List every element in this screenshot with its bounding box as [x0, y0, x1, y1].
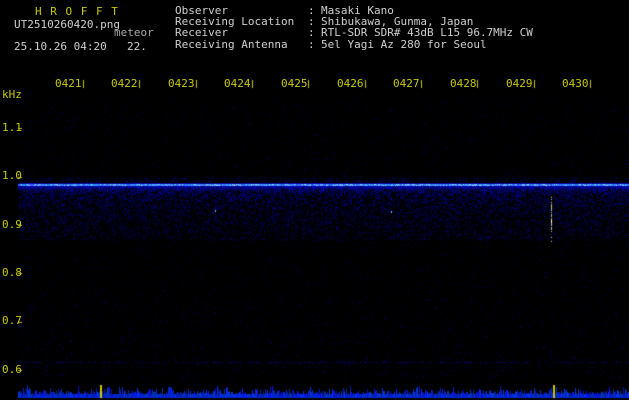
info-value: 5el Yagi Az 280 for Seoul	[321, 37, 487, 51]
info-value: RTL-SDR SDR# 43dB L15 96.7MHz CW	[321, 26, 533, 40]
time-axis-label: 0425	[281, 77, 308, 90]
info-row: Receiving Antenna : 5el Yagi Az 280 for …	[175, 37, 533, 51]
time-axis-label: 0426	[337, 77, 364, 90]
freq-axis-label: 0.6	[2, 363, 22, 376]
info-colon: :	[308, 26, 315, 40]
app-title: H R O F F T	[35, 5, 119, 18]
time-axis-label: 0423	[168, 77, 195, 90]
info-colon: :	[308, 37, 315, 51]
time-axis-label: 0421	[55, 77, 82, 90]
info-label: Receiving Antenna	[175, 37, 288, 51]
freq-axis-label: 0.8	[2, 266, 22, 279]
freq-axis-label: 0.7	[2, 314, 22, 327]
station-info: Observer : Masaki Kano Receiving Locatio…	[175, 5, 533, 50]
mode-label: meteor	[114, 26, 154, 39]
time-axis-label: 0428	[450, 77, 477, 90]
spectrogram-canvas	[0, 0, 629, 400]
time-axis-label: 0427	[393, 77, 420, 90]
freq-axis-label: 1.1	[2, 121, 22, 134]
time-axis-label: 0429	[506, 77, 533, 90]
time-axis-label: 0430	[562, 77, 589, 90]
frame-counter: 22.	[127, 40, 147, 53]
time-axis-label: 0424	[224, 77, 251, 90]
hrofft-screen: { "app": { "title": "H R O F F T", "file…	[0, 0, 629, 400]
timestamp: 25.10.26 04:20	[14, 40, 107, 53]
freq-axis-label: 0.9	[2, 218, 22, 231]
info-row: Receiver : RTL-SDR SDR# 43dB L15 96.7MHz…	[175, 27, 533, 38]
info-label: Receiver	[175, 26, 228, 40]
freq-unit-label: kHz	[2, 88, 22, 101]
filename-label: UT2510260420.png	[14, 18, 120, 31]
freq-axis-label: 1.0	[2, 169, 22, 182]
time-axis-label: 0422	[111, 77, 138, 90]
